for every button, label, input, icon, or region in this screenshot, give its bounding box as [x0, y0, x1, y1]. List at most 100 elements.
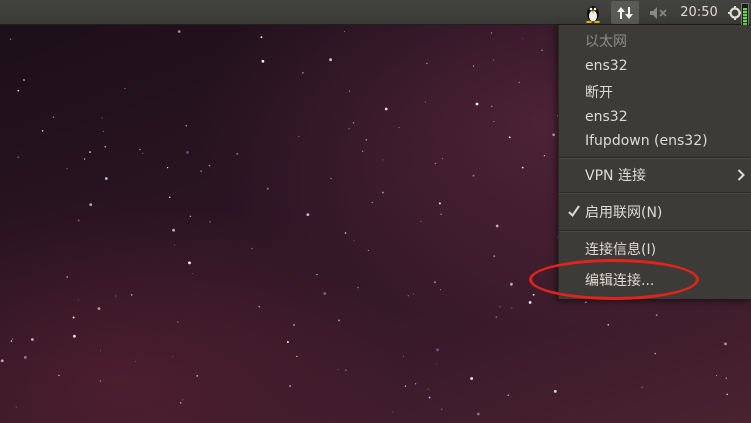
star: [139, 148, 141, 151]
star: [188, 261, 191, 265]
clock[interactable]: 20:50: [676, 0, 722, 25]
star: [104, 177, 108, 180]
star: [475, 102, 479, 106]
star: [470, 377, 473, 380]
star: [101, 117, 103, 119]
menu-separator: [559, 192, 751, 194]
star: [414, 383, 417, 385]
star: [357, 287, 359, 289]
menu-item-connection-info[interactable]: 连接信息(I): [559, 237, 751, 261]
star: [168, 196, 171, 198]
star: [15, 406, 17, 408]
star: [392, 411, 394, 413]
star: [337, 369, 339, 370]
star: [302, 72, 304, 74]
star: [428, 396, 431, 399]
star: [23, 79, 25, 81]
star: [130, 294, 133, 296]
star: [442, 158, 444, 160]
menu-item-device-2[interactable]: ens32: [559, 105, 751, 129]
star: [511, 307, 513, 309]
menu-item-ifupdown[interactable]: Ifupdown (ens32): [559, 129, 751, 153]
menu-item-enable-networking-label: 启用联网(N): [585, 205, 663, 221]
star: [58, 374, 60, 377]
star: [441, 408, 443, 410]
star: [338, 319, 340, 322]
star: [353, 240, 355, 241]
star: [382, 191, 384, 194]
star: [185, 125, 187, 127]
star: [286, 341, 289, 343]
menu-item-enable-networking[interactable]: 启用联网(N): [559, 200, 751, 224]
star: [655, 314, 658, 317]
chevron-right-icon: [737, 169, 745, 181]
menu-header-ethernet: 以太网: [585, 34, 627, 50]
star: [236, 152, 239, 155]
star: [495, 316, 498, 318]
star: [490, 32, 493, 34]
star: [77, 219, 80, 222]
star: [424, 101, 426, 103]
star: [172, 228, 176, 232]
menu-item-device[interactable]: ens32: [559, 54, 751, 78]
star: [196, 375, 198, 377]
menu-item-disconnect[interactable]: 断开: [559, 80, 751, 104]
star: [349, 90, 350, 92]
star: [518, 81, 520, 84]
star: [179, 401, 182, 404]
star: [493, 255, 496, 258]
menu-item-vpn[interactable]: VPN 连接: [559, 163, 751, 187]
star: [404, 385, 407, 387]
star: [11, 338, 14, 340]
star: [528, 301, 532, 304]
star: [174, 244, 176, 246]
star: [543, 155, 546, 157]
gear-icon[interactable]: [728, 0, 742, 25]
network-updown-icon[interactable]: [611, 1, 639, 24]
menu-separator: [559, 157, 751, 159]
star: [293, 324, 295, 326]
star: [472, 65, 475, 67]
menu-item-edit-connections[interactable]: 编辑连接...: [559, 268, 751, 292]
star: [296, 355, 298, 357]
star: [260, 36, 263, 39]
star: [208, 164, 211, 167]
star: [89, 151, 91, 154]
star: [258, 305, 261, 308]
star: [316, 273, 318, 276]
star: [584, 301, 587, 304]
star: [433, 281, 436, 284]
star: [426, 62, 428, 65]
star: [367, 249, 369, 251]
star: [725, 377, 727, 379]
star: [251, 248, 253, 250]
star: [9, 38, 12, 40]
star: [553, 390, 557, 393]
star: [641, 386, 643, 388]
star: [261, 59, 265, 63]
star: [361, 150, 364, 153]
star: [266, 187, 269, 190]
star: [434, 162, 437, 165]
star: [522, 37, 524, 39]
star: [532, 293, 535, 296]
volume-muted-icon[interactable]: [645, 0, 671, 25]
star: [167, 167, 169, 169]
star: [508, 136, 511, 139]
star: [352, 122, 355, 124]
star: [382, 159, 384, 161]
star: [507, 394, 510, 397]
star: [552, 133, 556, 137]
star: [330, 177, 332, 180]
star: [186, 151, 189, 154]
tux-icon[interactable]: [581, 0, 605, 25]
star: [541, 49, 543, 51]
star: [200, 170, 203, 173]
star: [345, 369, 347, 371]
star: [365, 139, 368, 141]
star: [52, 116, 55, 118]
star: [476, 412, 480, 416]
star: [73, 334, 76, 338]
star: [10, 340, 13, 342]
star: [329, 58, 332, 62]
